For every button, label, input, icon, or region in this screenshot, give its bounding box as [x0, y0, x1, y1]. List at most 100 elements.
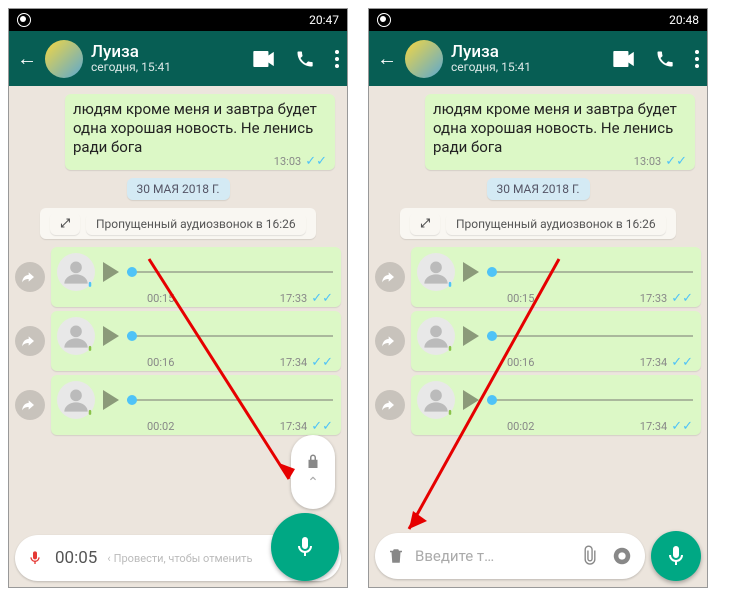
read-ticks-icon: ✓✓ — [671, 420, 693, 433]
date-separator: 30 МАЯ 2018 Г. — [15, 178, 341, 200]
message-time: 13:03 — [634, 155, 661, 169]
read-ticks-icon: ✓✓ — [311, 292, 333, 305]
voice-call-icon[interactable] — [295, 49, 315, 69]
message-text: людям кроме меня и завтра будет одна хор… — [433, 100, 677, 156]
play-icon[interactable] — [103, 390, 119, 410]
voice-bubble[interactable]: 00:02 17:34✓✓ — [51, 375, 341, 435]
status-time: 20:47 — [309, 13, 339, 27]
mic-badge-icon — [83, 279, 97, 293]
contact-avatar[interactable] — [45, 40, 83, 78]
lock-icon — [304, 453, 322, 471]
mic-badge-icon — [443, 343, 457, 357]
voice-message-row: 00:02 17:34✓✓ — [15, 375, 341, 435]
voice-track[interactable] — [127, 399, 333, 401]
sender-avatar — [57, 253, 95, 291]
voice-bubble[interactable]: 00:16 17:34 ✓✓ — [51, 311, 341, 371]
back-icon[interactable]: ← — [17, 46, 37, 71]
voice-message-row: 00:15 17:33✓✓ — [15, 247, 341, 307]
voice-track[interactable] — [487, 271, 693, 273]
screenshot-left: 20:47 ← Луиза сегодня, 15:41 людям кроме… — [8, 8, 348, 588]
input-bar-recording: 00:05 ‹Провести, чтобы отменить — [15, 535, 341, 581]
chat-header[interactable]: ← Луиза сегодня, 15:41 — [9, 31, 347, 86]
trash-icon[interactable] — [387, 546, 405, 566]
play-icon[interactable] — [463, 262, 479, 282]
contact-name: Луиза — [91, 43, 245, 62]
input-placeholder: Введите т… — [415, 547, 569, 565]
voice-duration: 00:15 — [507, 292, 534, 305]
forward-button[interactable] — [375, 262, 405, 292]
play-icon[interactable] — [103, 326, 119, 346]
forward-button[interactable] — [15, 390, 45, 420]
menu-icon[interactable] — [695, 50, 699, 68]
read-ticks-icon: ✓✓ — [665, 155, 687, 168]
contact-name: Луиза — [451, 43, 605, 62]
forward-button[interactable] — [15, 326, 45, 356]
sender-avatar — [417, 381, 455, 419]
voice-bubble[interactable]: 00:02 17:34✓✓ — [411, 375, 701, 435]
mic-badge-icon — [443, 279, 457, 293]
missed-call-icon: ⤢ — [50, 212, 80, 235]
back-icon[interactable]: ← — [377, 46, 397, 71]
slide-to-cancel-hint: ‹Провести, чтобы отменить — [107, 552, 252, 565]
message-input-pill[interactable]: Введите т… — [375, 533, 645, 579]
read-ticks-icon: ✓✓ — [671, 356, 693, 369]
chat-area[interactable]: людям кроме меня и завтра будет одна хор… — [369, 86, 707, 529]
mic-badge-icon — [443, 407, 457, 421]
last-seen: сегодня, 15:41 — [451, 61, 605, 74]
notification-icon — [17, 13, 31, 27]
statusbar: 20:48 — [369, 9, 707, 31]
voice-duration: 00:16 — [507, 356, 534, 369]
record-voice-button[interactable] — [271, 513, 339, 581]
voice-time: 17:33 — [640, 292, 667, 305]
outgoing-message[interactable]: людям кроме меня и завтра будет одна хор… — [65, 94, 335, 170]
mic-icon — [664, 544, 688, 568]
chat-header[interactable]: ← Луиза сегодня, 15:41 — [369, 31, 707, 86]
video-call-icon[interactable] — [253, 51, 275, 67]
play-icon[interactable] — [463, 326, 479, 346]
status-time: 20:48 — [669, 13, 699, 27]
voice-time: 17:34 — [640, 356, 667, 369]
voice-message-row: 00:16 17:34 ✓✓ — [375, 311, 701, 371]
voice-track[interactable] — [127, 335, 333, 337]
forward-button[interactable] — [15, 262, 45, 292]
play-icon[interactable] — [103, 262, 119, 282]
voice-duration: 00:16 — [147, 356, 174, 369]
menu-icon[interactable] — [335, 50, 339, 68]
record-voice-button[interactable] — [651, 531, 701, 581]
voice-time: 17:34 — [280, 356, 307, 369]
forward-button[interactable] — [375, 390, 405, 420]
outgoing-message[interactable]: людям кроме меня и завтра будет одна хор… — [425, 94, 695, 170]
play-icon[interactable] — [463, 390, 479, 410]
notification-icon — [377, 13, 391, 27]
missed-call-notice[interactable]: ⤢Пропущенный аудиозвонок в 16:26 — [375, 208, 701, 239]
screenshot-right: 20:48 ← Луиза сегодня, 15:41 людям кроме… — [368, 8, 708, 588]
voice-track[interactable] — [487, 335, 693, 337]
read-ticks-icon: ✓✓ — [671, 292, 693, 305]
voice-track[interactable] — [127, 271, 333, 273]
chevron-up-icon: ⌃ — [307, 475, 319, 491]
voice-bubble[interactable]: 00:16 17:34 ✓✓ — [411, 311, 701, 371]
last-seen: сегодня, 15:41 — [91, 61, 245, 74]
message-time: 13:03 — [274, 155, 301, 169]
header-text[interactable]: Луиза сегодня, 15:41 — [91, 43, 245, 75]
mic-badge-icon — [83, 343, 97, 357]
camera-icon[interactable] — [611, 545, 633, 567]
forward-button[interactable] — [375, 326, 405, 356]
contact-avatar[interactable] — [405, 40, 443, 78]
lock-recording-hint[interactable]: ⌃ — [291, 435, 335, 509]
voice-track[interactable] — [487, 399, 693, 401]
statusbar: 20:47 — [9, 9, 347, 31]
attach-icon[interactable] — [579, 545, 601, 567]
voice-message-row: 00:02 17:34✓✓ — [375, 375, 701, 435]
read-ticks-icon: ✓✓ — [305, 155, 327, 168]
voice-bubble[interactable]: 00:15 17:33✓✓ — [51, 247, 341, 307]
video-call-icon[interactable] — [613, 51, 635, 67]
read-ticks-icon: ✓✓ — [311, 356, 333, 369]
header-text[interactable]: Луиза сегодня, 15:41 — [451, 43, 605, 75]
voice-duration: 00:02 — [147, 420, 174, 433]
voice-bubble[interactable]: 00:15 17:33 ✓✓ — [411, 247, 701, 307]
missed-call-notice[interactable]: ⤢Пропущенный аудиозвонок в 16:26 — [15, 208, 341, 239]
voice-time: 17:33 — [280, 292, 307, 305]
voice-call-icon[interactable] — [655, 49, 675, 69]
missed-call-icon: ⤢ — [410, 212, 440, 235]
